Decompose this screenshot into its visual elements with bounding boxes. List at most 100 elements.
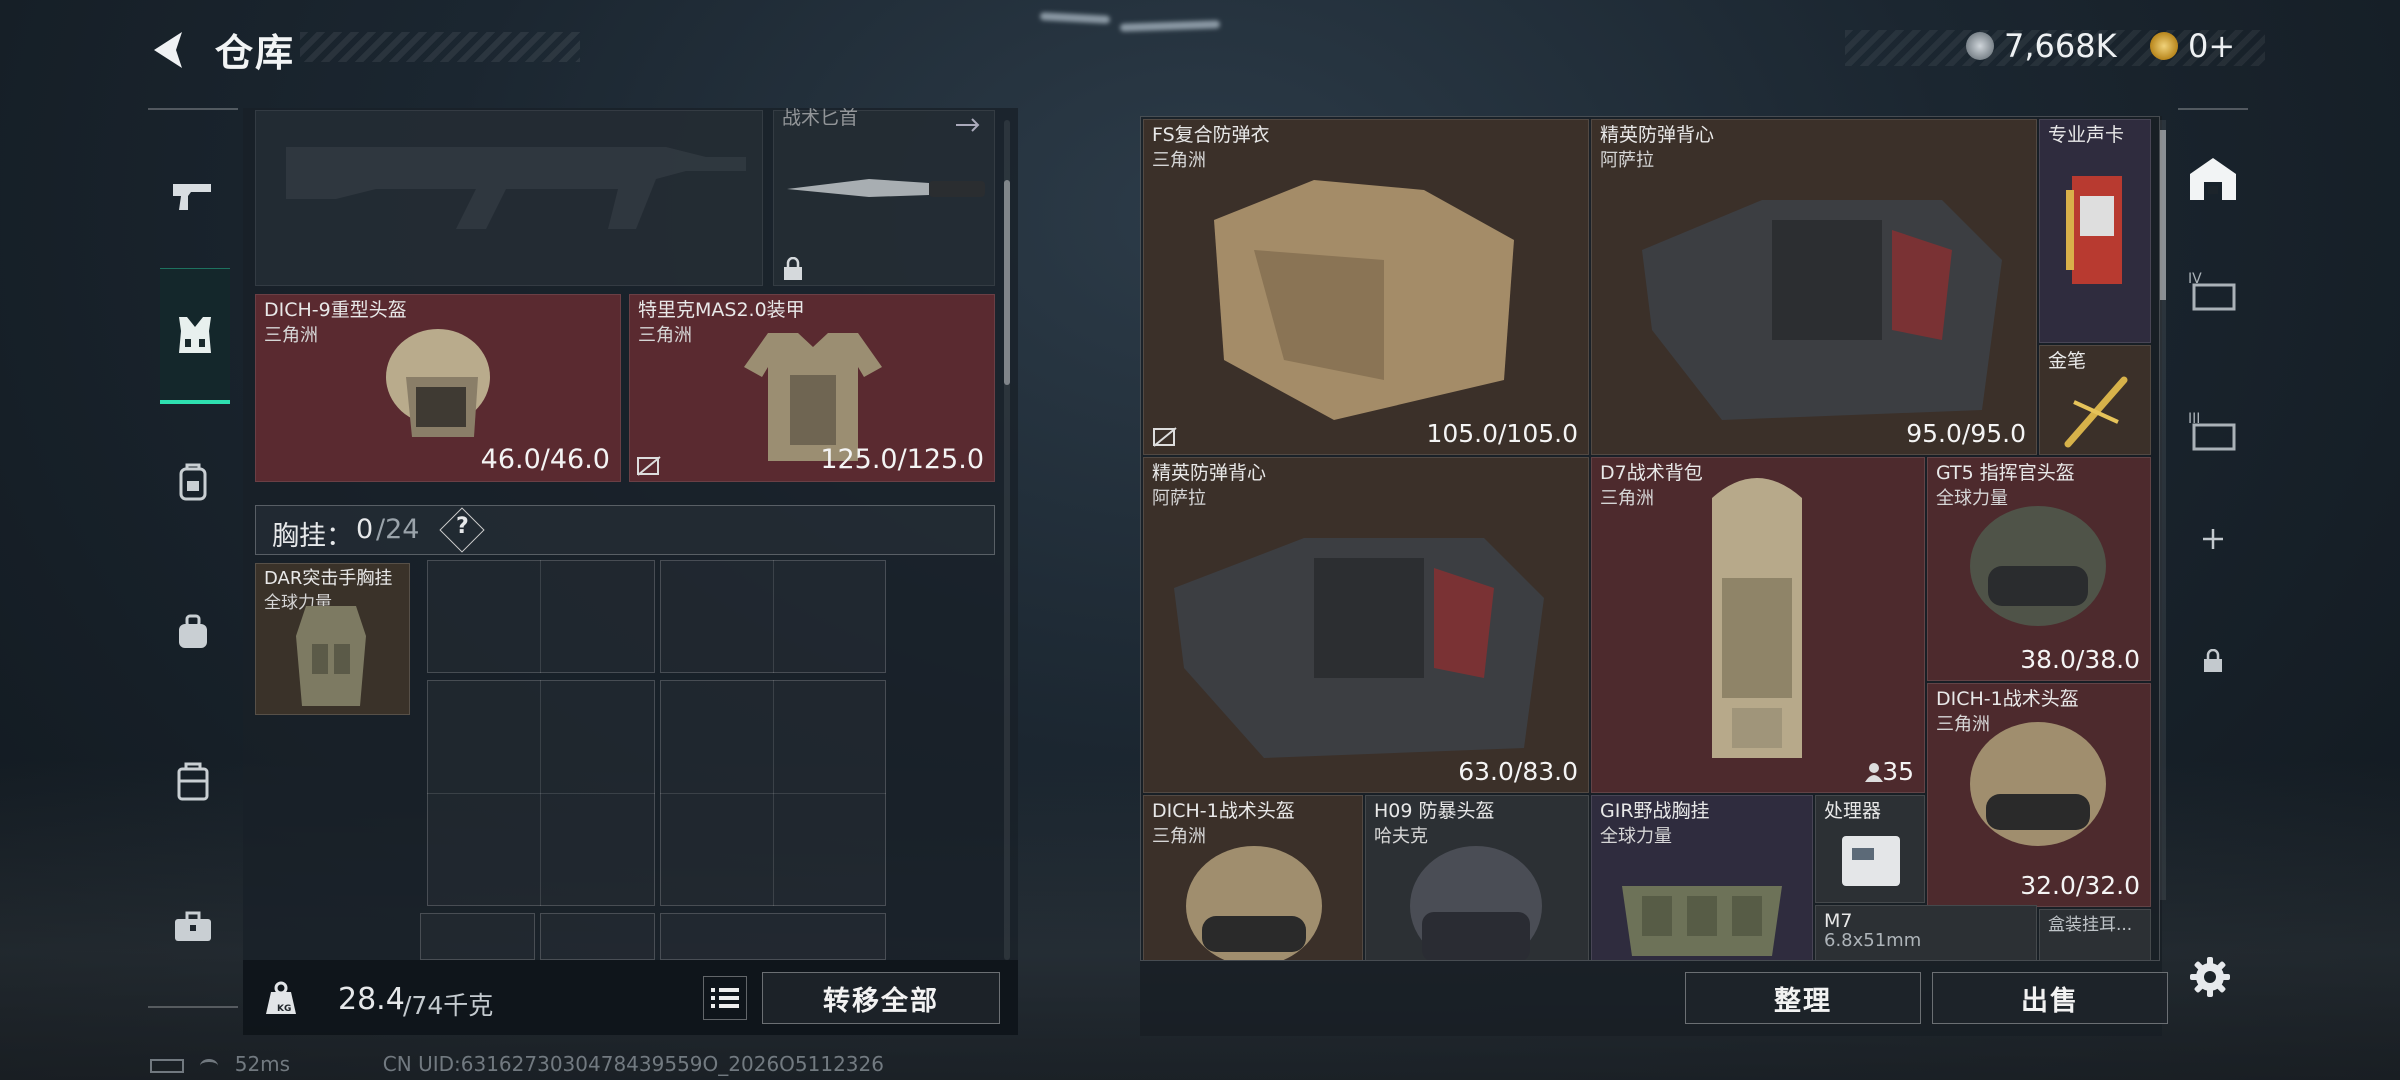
rig-grid-cell[interactable] — [420, 913, 535, 960]
stash-item[interactable]: 金笔 — [2039, 345, 2151, 455]
stash-item[interactable]: M7 6.8x51mm — [1815, 905, 2037, 960]
ping-value: 52ms — [234, 1052, 291, 1076]
stash-main-icon — [2190, 158, 2236, 200]
chest-rig-icon — [1622, 886, 1782, 956]
knife-slot[interactable]: 战术匕首 — [773, 107, 995, 286]
currency-hafbucks[interactable]: 7,668K — [1966, 27, 2117, 65]
stash-tab-iv[interactable]: IV — [2182, 260, 2244, 322]
backpack-item-icon — [1712, 478, 1802, 758]
stash-tab-iii[interactable]: III — [2182, 400, 2244, 462]
hafbucks-amount: 7,668K — [2004, 27, 2117, 65]
item-durability: 95.0/95.0 — [1906, 419, 2026, 448]
add-stash-tab-button[interactable] — [2182, 508, 2244, 570]
stash-item[interactable]: 盒装挂耳... — [2039, 909, 2151, 960]
riot-helmet-icon — [1410, 846, 1542, 960]
helmet-icon — [386, 329, 490, 437]
helmet-icon — [1186, 846, 1322, 960]
nav-container[interactable] — [162, 750, 224, 812]
stash-item[interactable]: DICH-1战术头盔 三角洲 32.0/32.0 — [1927, 683, 2151, 907]
chest-rig-used: 0 — [356, 514, 374, 545]
category-nav — [148, 108, 238, 1008]
currency-delta[interactable]: 0+ — [2150, 27, 2235, 65]
list-view-button[interactable] — [703, 976, 747, 1020]
lock-icon — [784, 257, 802, 280]
item-name: 金笔 — [2048, 350, 2087, 372]
item-sub: 全球力量 — [1600, 826, 1672, 847]
back-arrow-icon — [154, 32, 182, 68]
item-name: 精英防弹背心 — [1600, 124, 1715, 146]
add-tab-icon — [2203, 529, 2223, 549]
helmet-icon — [1970, 506, 2106, 626]
chest-rig-capacity: /24 — [376, 514, 420, 545]
stash-item[interactable]: DICH-1战术头盔 三角洲 — [1143, 795, 1363, 960]
help-icon: ? — [456, 514, 469, 539]
sound-card-icon — [2066, 176, 2122, 284]
weapon-slot[interactable] — [255, 110, 763, 286]
item-sub: 三角洲 — [1600, 488, 1654, 509]
pistol-icon — [173, 184, 211, 210]
settings-button[interactable] — [2188, 955, 2232, 999]
stash-item[interactable]: D7战术背包 三角洲 35 — [1591, 457, 1925, 793]
stash-tab-main[interactable] — [2182, 148, 2244, 210]
stash-item[interactable]: 精英防弹背心 阿萨拉 95.0/95.0 — [1591, 119, 2037, 455]
toolbox-icon — [175, 911, 211, 941]
sort-button[interactable]: 整理 — [1685, 972, 1921, 1024]
helmet-faction: 三角洲 — [264, 325, 318, 346]
hafbucks-coin-icon — [1966, 32, 1994, 60]
helmet-slot[interactable]: DICH-9重型头盔 三角洲 46.0/46.0 — [255, 294, 621, 482]
stash-item[interactable]: 专业声卡 — [2039, 119, 2151, 343]
locked-stash-tab[interactable] — [2182, 630, 2244, 692]
item-name: GIR野战胸挂 — [1600, 800, 1710, 822]
stash-item[interactable]: 精英防弹背心 阿萨拉 63.0/83.0 — [1143, 457, 1589, 793]
armor-vest-icon — [1214, 180, 1514, 420]
no-repair-icon — [1153, 427, 1177, 447]
weight-current: 28.4 — [338, 982, 405, 1017]
backpack-icon — [179, 463, 207, 501]
item-name: FS复合防弹衣 — [1152, 124, 1270, 146]
uid-text: CN UID:6316273030478439559O_2026O5112326 — [382, 1052, 884, 1076]
stash-item[interactable]: GT5 指挥官头盔 全球力量 38.0/38.0 — [1927, 457, 2151, 681]
stash-item[interactable]: GIR野战胸挂 全球力量 — [1591, 795, 1813, 960]
rig-grid-cell[interactable] — [427, 560, 655, 673]
helmet-icon — [1970, 722, 2106, 846]
item-name: 专业声卡 — [2048, 124, 2125, 146]
stash-tab-iii-icon: III — [2188, 411, 2236, 451]
nav-backpack[interactable] — [162, 450, 224, 512]
stash-tab-iv-icon: IV — [2188, 271, 2236, 311]
rig-grid-cell[interactable] — [540, 913, 655, 960]
sell-button[interactable]: 出售 — [1932, 972, 2168, 1024]
weight-icon-label: KG — [277, 1004, 292, 1014]
chest-rig-slot[interactable]: DAR突击手胸挂 全球力量 — [255, 563, 410, 715]
case-icon — [177, 762, 209, 801]
item-durability: 38.0/38.0 — [2020, 645, 2140, 674]
nav-weapons[interactable] — [162, 165, 224, 227]
title-decoration — [300, 32, 580, 62]
stash-item[interactable]: 处理器 — [1815, 795, 1925, 903]
loadout-scroll-thumb[interactable] — [1004, 180, 1010, 385]
swap-arrow-icon[interactable] — [954, 115, 984, 135]
pouch-icon — [179, 614, 207, 648]
nav-armor[interactable] — [160, 268, 230, 404]
stash-scroll-thumb[interactable] — [2160, 130, 2166, 300]
nav-tools[interactable] — [162, 895, 224, 957]
lock-icon — [2204, 649, 2222, 672]
transfer-all-button[interactable]: 转移全部 — [762, 972, 1000, 1024]
rifle-silhouette-icon — [286, 147, 746, 229]
grid-divider — [773, 560, 774, 673]
rig-grid-cell[interactable] — [660, 913, 886, 960]
armor-slot[interactable]: 特里克MAS2.0装甲 三角洲 125.0/125.0 — [629, 294, 995, 482]
stash-item[interactable]: H09 防暴头盔 哈夫克 — [1365, 795, 1589, 960]
vest-icon — [179, 316, 211, 353]
nav-pouch[interactable] — [162, 600, 224, 662]
item-name: 精英防弹背心 — [1152, 462, 1267, 484]
armor-faction: 三角洲 — [638, 325, 692, 346]
grid-divider — [660, 793, 886, 794]
person-icon — [1865, 763, 1883, 782]
grid-divider — [427, 793, 655, 794]
ceiling-light — [1039, 12, 1111, 24]
back-button[interactable] — [148, 28, 192, 72]
gear-icon — [2190, 957, 2230, 997]
stash-item[interactable]: FS复合防弹衣 三角洲 105.0/105.0 — [1143, 119, 1589, 455]
status-line: 52ms CN UID:6316273030478439559O_2026O51… — [150, 1052, 884, 1076]
chest-rig-icon — [296, 606, 366, 706]
